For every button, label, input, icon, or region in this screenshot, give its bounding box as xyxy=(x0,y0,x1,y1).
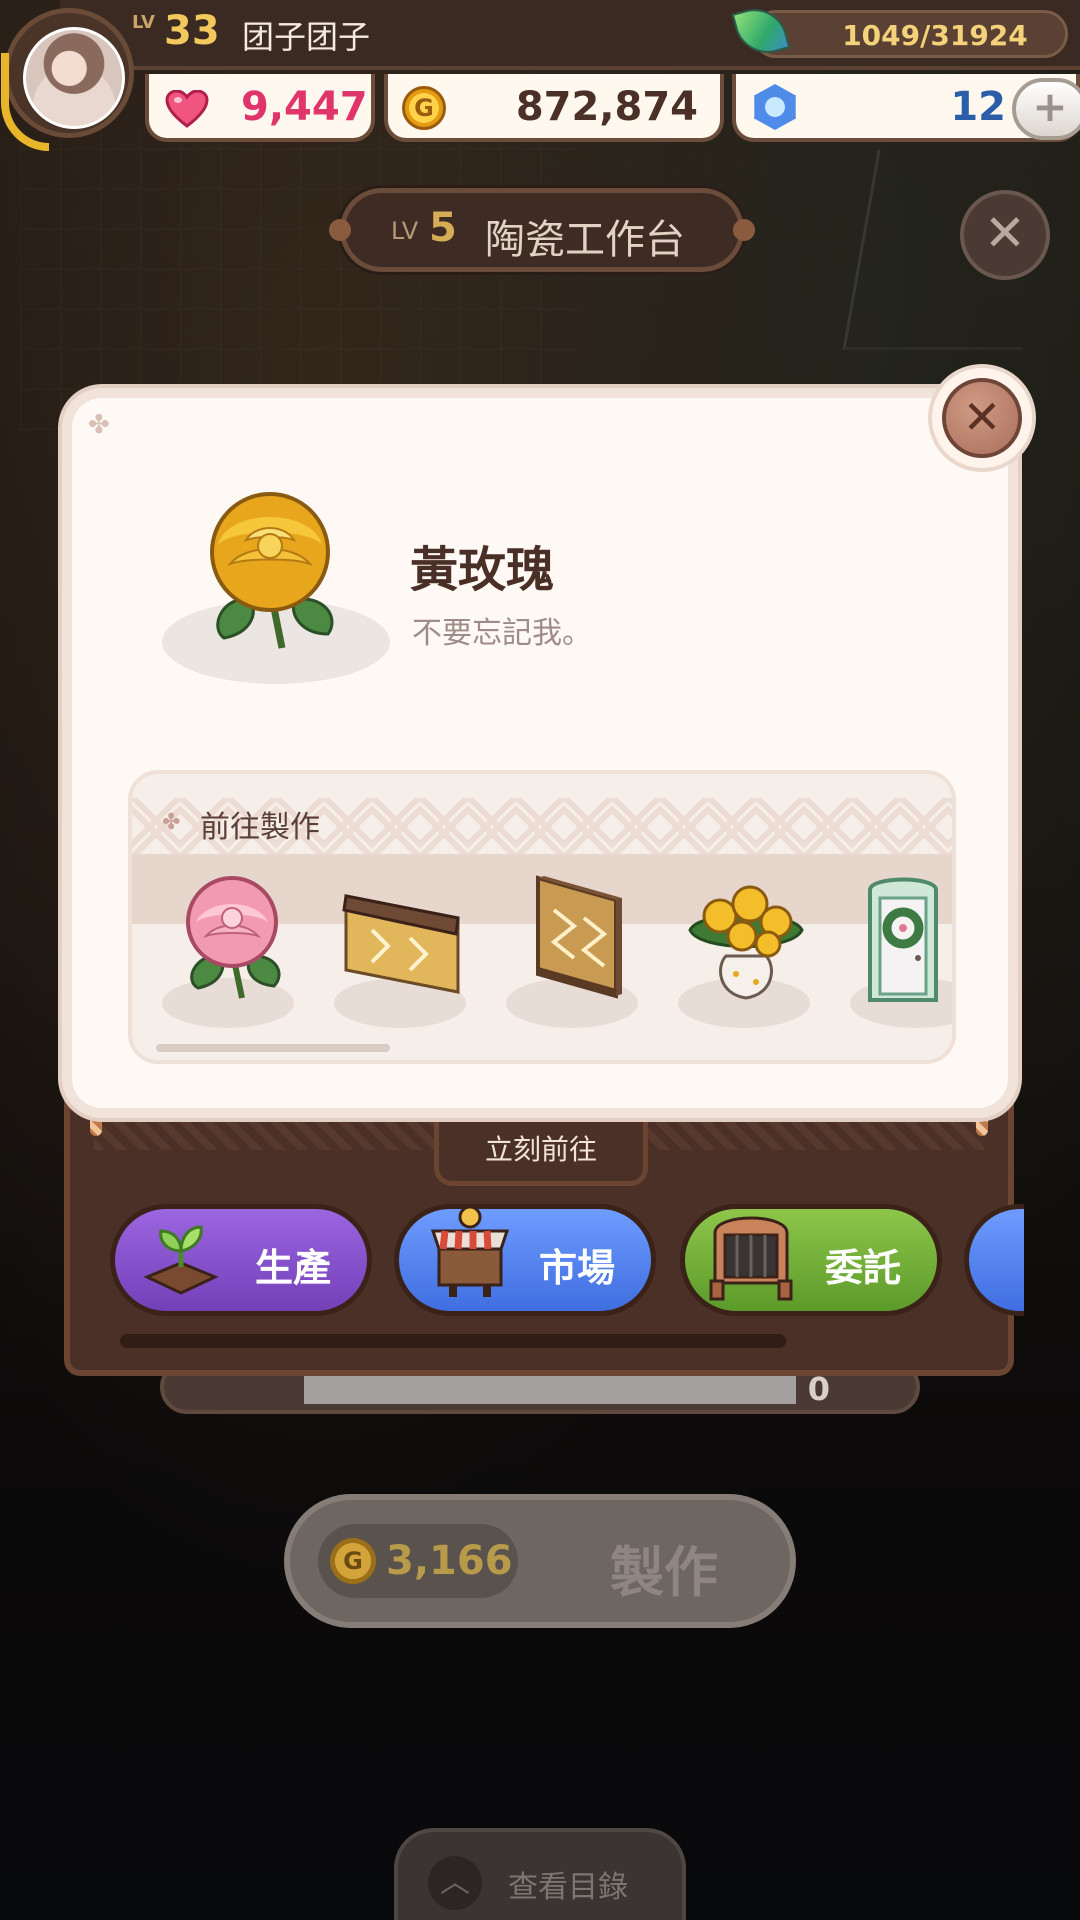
go-craft-panel: ✤ 前往製作 xyxy=(128,770,956,1064)
craftable-item-slot[interactable] xyxy=(668,870,820,1030)
workstation-level: 5 xyxy=(429,205,457,251)
heart-icon xyxy=(165,90,209,128)
notice-board-icon xyxy=(709,1216,793,1301)
coin-icon: G xyxy=(330,1538,376,1584)
craft-items-scrollbar[interactable] xyxy=(156,1044,390,1052)
gems-value: 12 xyxy=(950,84,1006,130)
hearts-value: 9,447 xyxy=(241,84,368,130)
woven-panel-icon xyxy=(536,875,622,999)
chevron-up-icon: ︿ xyxy=(428,1856,482,1910)
production-button-label: 生產 xyxy=(255,1246,332,1290)
player-level: 33 xyxy=(164,8,220,54)
workstation-level-prefix: LV xyxy=(391,217,419,245)
workstation-title: LV 5 陶瓷工作台 xyxy=(329,188,755,272)
craft-button-label: 製作 xyxy=(610,1541,718,1604)
add-gems-button[interactable]: + xyxy=(1012,78,1080,140)
flower-ornament-icon: ✤ xyxy=(162,810,181,835)
craft-button[interactable]: G 3,166 製作 xyxy=(284,1494,796,1628)
view-catalog-label: 查看目錄 xyxy=(508,1870,628,1905)
player-name: 团子团子 xyxy=(242,18,371,56)
hearts-counter: 9,447 xyxy=(145,74,375,142)
commission-button[interactable]: 委託 xyxy=(680,1204,942,1316)
craftable-item-slot[interactable] xyxy=(496,870,648,1030)
wooden-counter-icon xyxy=(342,894,460,994)
workstation-name: 陶瓷工作台 xyxy=(485,217,685,263)
market-button-label: 市場 xyxy=(539,1246,616,1290)
view-catalog-button[interactable]: ︿ 查看目錄 xyxy=(394,1828,686,1920)
market-stall-icon xyxy=(430,1205,510,1297)
production-button[interactable]: 生產 xyxy=(110,1204,372,1316)
gem-icon xyxy=(754,84,796,130)
craftable-item-slot[interactable] xyxy=(152,870,304,1030)
coin-icon: G xyxy=(402,86,446,130)
item-detail-card: ✤ 黃玫瑰 不要忘記我。 ✤ 前往製作 xyxy=(62,388,1018,1118)
item-card-close-button[interactable]: ✕ xyxy=(928,364,1036,472)
craft-cost-value: 3,166 xyxy=(386,1538,513,1584)
sprout-icon xyxy=(143,1225,219,1295)
go-now-label: 立刻前往 xyxy=(434,1122,648,1186)
destinations-scrollbar[interactable] xyxy=(120,1334,786,1348)
close-icon: ✕ xyxy=(942,378,1022,458)
player-level-prefix: LV xyxy=(132,12,155,33)
pink-rose-icon xyxy=(186,876,281,999)
go-craft-title: 前往製作 xyxy=(200,810,320,845)
flower-ornament-icon: ✤ xyxy=(88,410,110,440)
player-avatar-frame[interactable] xyxy=(1,8,134,151)
craftable-item-slot[interactable] xyxy=(324,870,476,1030)
avatar xyxy=(23,27,125,129)
item-description: 不要忘記我。 xyxy=(412,616,592,651)
craftable-item-slot[interactable] xyxy=(840,870,952,1030)
item-name: 黃玫瑰 xyxy=(410,542,555,598)
experience-value: 1049/31924 xyxy=(842,19,1028,52)
wreath-door-icon xyxy=(868,877,938,1002)
market-button[interactable]: 市場 xyxy=(394,1204,656,1316)
yellow-rose-vase-icon xyxy=(688,885,804,1000)
commission-button-label: 委託 xyxy=(825,1246,902,1290)
craft-cost: G 3,166 xyxy=(318,1524,518,1598)
workstation-close-button[interactable]: ✕ xyxy=(960,190,1050,280)
coins-counter: G 872,874 xyxy=(384,74,724,142)
yellow-rose-icon xyxy=(210,492,334,649)
coins-value: 872,874 xyxy=(515,84,698,130)
experience-counter: 1049/31924 xyxy=(731,1,1068,61)
